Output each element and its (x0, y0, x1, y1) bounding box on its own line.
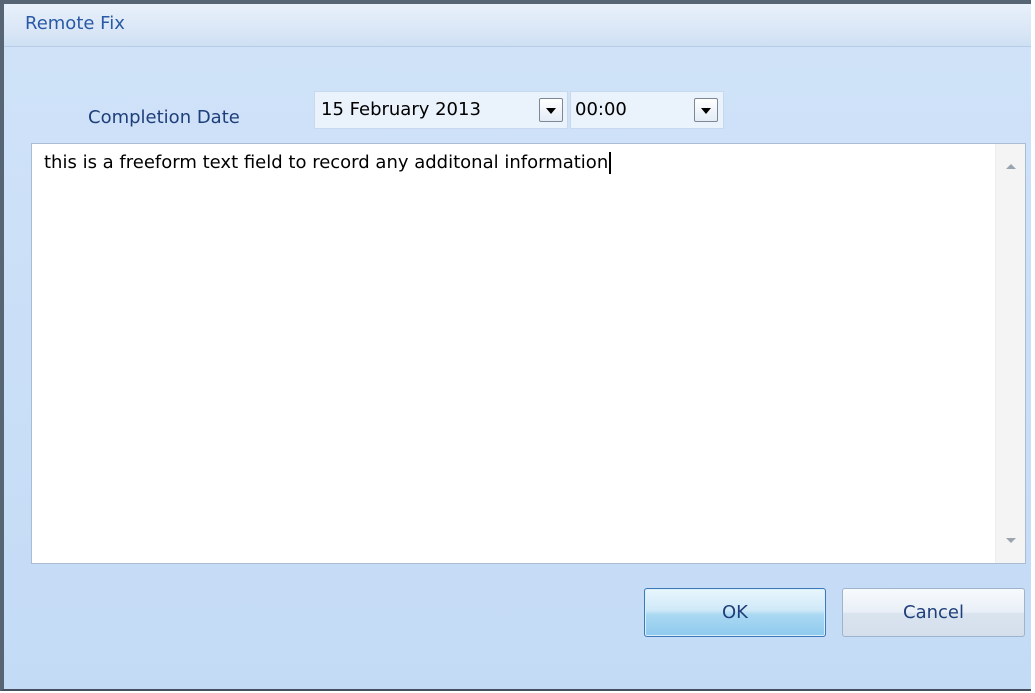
notes-text[interactable]: this is a freeform text field to record … (44, 152, 612, 174)
completion-date-label: Completion Date (88, 107, 240, 128)
window-edge (1031, 0, 1035, 691)
arrow-down-icon[interactable] (1006, 538, 1016, 543)
chevron-down-icon (701, 108, 711, 114)
ok-button[interactable]: OK (644, 588, 826, 637)
date-value[interactable]: 15 February 2013 (321, 99, 481, 120)
completion-time-picker[interactable]: 00:00 (570, 91, 724, 129)
time-value[interactable]: 00:00 (575, 99, 627, 120)
text-cursor (609, 152, 612, 174)
window-title: Remote Fix (25, 13, 125, 34)
chevron-down-icon (546, 108, 556, 114)
time-dropdown-button[interactable] (694, 98, 718, 122)
arrow-up-icon[interactable] (1006, 164, 1016, 169)
title-bar[interactable]: Remote Fix (4, 4, 1031, 47)
completion-date-picker[interactable]: 15 February 2013 (314, 91, 568, 129)
cancel-button[interactable]: Cancel (842, 588, 1025, 637)
notes-content: this is a freeform text field to record … (44, 152, 609, 173)
notes-textarea[interactable]: this is a freeform text field to record … (31, 143, 1026, 564)
notes-scrollbar[interactable] (995, 144, 1025, 563)
date-dropdown-button[interactable] (539, 98, 563, 122)
remote-fix-dialog: Remote Fix Completion Date 15 February 2… (0, 0, 1031, 691)
